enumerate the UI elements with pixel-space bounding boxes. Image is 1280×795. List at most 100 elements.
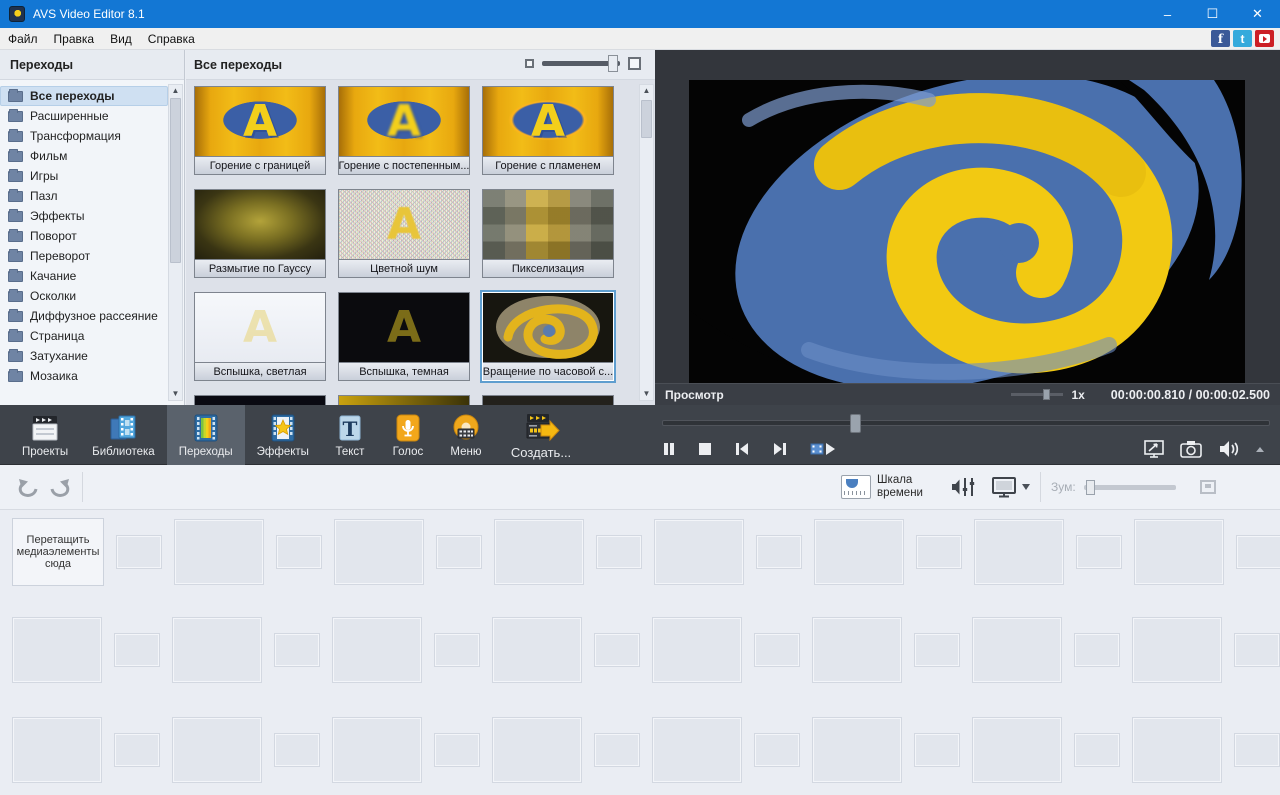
display-mode-button[interactable] xyxy=(991,476,1030,498)
storyboard-transition-slot[interactable] xyxy=(434,633,480,667)
timeline-toggle-button[interactable]: Шкала времени xyxy=(841,474,933,500)
menu-view[interactable]: Вид xyxy=(102,32,140,46)
storyboard-clip-slot[interactable] xyxy=(652,617,742,683)
tab-transitions[interactable]: Переходы xyxy=(167,405,245,465)
storyboard-clip-slot[interactable] xyxy=(1132,617,1222,683)
audio-mixer-icon[interactable] xyxy=(951,476,977,498)
storyboard-transition-slot[interactable] xyxy=(914,633,960,667)
tab-menu[interactable]: Меню xyxy=(437,405,495,465)
thumb-size-track[interactable] xyxy=(542,61,620,66)
storyboard-transition-slot[interactable] xyxy=(114,733,160,767)
storyboard-clip-slot[interactable] xyxy=(812,717,902,783)
fullscreen-icon[interactable] xyxy=(1144,440,1164,458)
thumb-size-handle[interactable] xyxy=(608,55,618,72)
scrollbar-thumb[interactable] xyxy=(170,98,181,263)
scrollbar-thumb[interactable] xyxy=(641,100,652,138)
storyboard-clip-slot[interactable] xyxy=(494,519,584,585)
storyboard-transition-slot[interactable] xyxy=(1076,535,1122,569)
storyboard-clip-slot[interactable] xyxy=(172,717,262,783)
storyboard-clip-slot[interactable] xyxy=(332,717,422,783)
sidebar-item-0[interactable]: Все переходы xyxy=(0,86,168,106)
sidebar-item-9[interactable]: Качание xyxy=(0,266,168,286)
youtube-icon[interactable] xyxy=(1255,30,1274,47)
sidebar-item-12[interactable]: Страница xyxy=(0,326,168,346)
previous-frame-button[interactable] xyxy=(734,442,750,456)
seek-track[interactable] xyxy=(662,420,1270,426)
storyboard-transition-slot[interactable] xyxy=(916,535,962,569)
sidebar-item-1[interactable]: Расширенные xyxy=(0,106,168,126)
sidebar-item-13[interactable]: Затухание xyxy=(0,346,168,366)
tab-library[interactable]: Библиотека xyxy=(80,405,167,465)
storyboard-transition-slot[interactable] xyxy=(276,535,322,569)
storyboard-clip-slot[interactable] xyxy=(1134,519,1224,585)
zoom-handle[interactable] xyxy=(1086,480,1095,495)
redo-icon[interactable] xyxy=(48,476,72,498)
menu-help[interactable]: Справка xyxy=(140,32,203,46)
stop-button[interactable] xyxy=(698,442,712,456)
transition-item[interactable]: A Вспышка, светлая xyxy=(194,292,326,381)
transition-item[interactable]: Пикселизация xyxy=(482,189,614,278)
transition-item[interactable]: A Вспышка, темная xyxy=(338,292,470,381)
transition-item[interactable]: A Горение с пламенем xyxy=(482,86,614,175)
tab-create[interactable]: Создать... xyxy=(495,405,587,465)
storyboard-transition-slot[interactable] xyxy=(1074,733,1120,767)
transition-item-partial[interactable] xyxy=(482,395,614,405)
transition-item[interactable]: A Горение с постепенным... xyxy=(338,86,470,175)
storyboard-clip-slot[interactable] xyxy=(974,519,1064,585)
speed-handle[interactable] xyxy=(1043,389,1050,400)
storyboard-clip-slot[interactable] xyxy=(12,717,102,783)
storyboard-clip-slot[interactable] xyxy=(492,717,582,783)
tab-projects[interactable]: Проекты xyxy=(10,405,80,465)
sidebar-item-11[interactable]: Диффузное рассеяние xyxy=(0,306,168,326)
scroll-down-icon[interactable]: ▼ xyxy=(169,388,182,400)
storyboard-transition-slot[interactable] xyxy=(1234,633,1280,667)
storyboard-transition-slot[interactable] xyxy=(914,733,960,767)
gallery-scrollbar[interactable]: ▲ ▼ xyxy=(639,84,654,401)
snapshot-camera-icon[interactable] xyxy=(1180,440,1202,458)
transition-item-partial[interactable] xyxy=(194,395,326,405)
storyboard-transition-slot[interactable] xyxy=(114,633,160,667)
storyboard-transition-slot[interactable] xyxy=(274,633,320,667)
twitter-icon[interactable]: t xyxy=(1233,30,1252,47)
storyboard-transition-slot[interactable] xyxy=(434,733,480,767)
speed-track[interactable] xyxy=(1011,393,1063,396)
transition-item-partial[interactable] xyxy=(338,395,470,405)
pause-button[interactable] xyxy=(662,442,676,456)
storyboard-clip-slot[interactable] xyxy=(972,717,1062,783)
play-to-frame-button[interactable] xyxy=(810,441,836,457)
volume-icon[interactable] xyxy=(1218,440,1240,458)
menu-file[interactable]: Файл xyxy=(0,32,46,46)
storyboard-transition-slot[interactable] xyxy=(754,633,800,667)
scroll-down-icon[interactable]: ▼ xyxy=(640,388,653,400)
speed-slider[interactable]: 1x xyxy=(1011,388,1084,402)
storyboard-transition-slot[interactable] xyxy=(274,733,320,767)
sidebar-item-14[interactable]: Мозаика xyxy=(0,366,168,386)
storyboard-clip-slot[interactable] xyxy=(652,717,742,783)
storyboard-clip-slot[interactable] xyxy=(812,617,902,683)
volume-popup-caret-icon[interactable] xyxy=(1256,447,1264,452)
tab-voice[interactable]: Голос xyxy=(379,405,437,465)
media-drop-zone[interactable]: Перетащить медиаэлементы сюда xyxy=(12,518,104,586)
seek-bar[interactable] xyxy=(662,416,1270,430)
storyboard-clip-slot[interactable] xyxy=(492,617,582,683)
undo-icon[interactable] xyxy=(16,476,40,498)
storyboard-clip-slot[interactable] xyxy=(334,519,424,585)
facebook-icon[interactable]: f xyxy=(1211,30,1230,47)
menu-edit[interactable]: Правка xyxy=(46,32,103,46)
scroll-up-icon[interactable]: ▲ xyxy=(169,85,182,97)
sidebar-item-3[interactable]: Фильм xyxy=(0,146,168,166)
thumbnail-size-slider[interactable] xyxy=(525,57,641,70)
next-frame-button[interactable] xyxy=(772,442,788,456)
sidebar-item-10[interactable]: Осколки xyxy=(0,286,168,306)
storyboard-clip-slot[interactable] xyxy=(12,617,102,683)
transition-item[interactable]: A Горение с границей xyxy=(194,86,326,175)
storyboard-transition-slot[interactable] xyxy=(1236,535,1280,569)
storyboard-transition-slot[interactable] xyxy=(594,733,640,767)
storyboard-transition-slot[interactable] xyxy=(116,535,162,569)
storyboard-clip-slot[interactable] xyxy=(814,519,904,585)
seek-handle[interactable] xyxy=(850,414,861,433)
storyboard-clip-slot[interactable] xyxy=(174,519,264,585)
sidebar-item-8[interactable]: Переворот xyxy=(0,246,168,266)
sidebar-item-5[interactable]: Пазл xyxy=(0,186,168,206)
minimize-button[interactable]: – xyxy=(1145,0,1190,28)
